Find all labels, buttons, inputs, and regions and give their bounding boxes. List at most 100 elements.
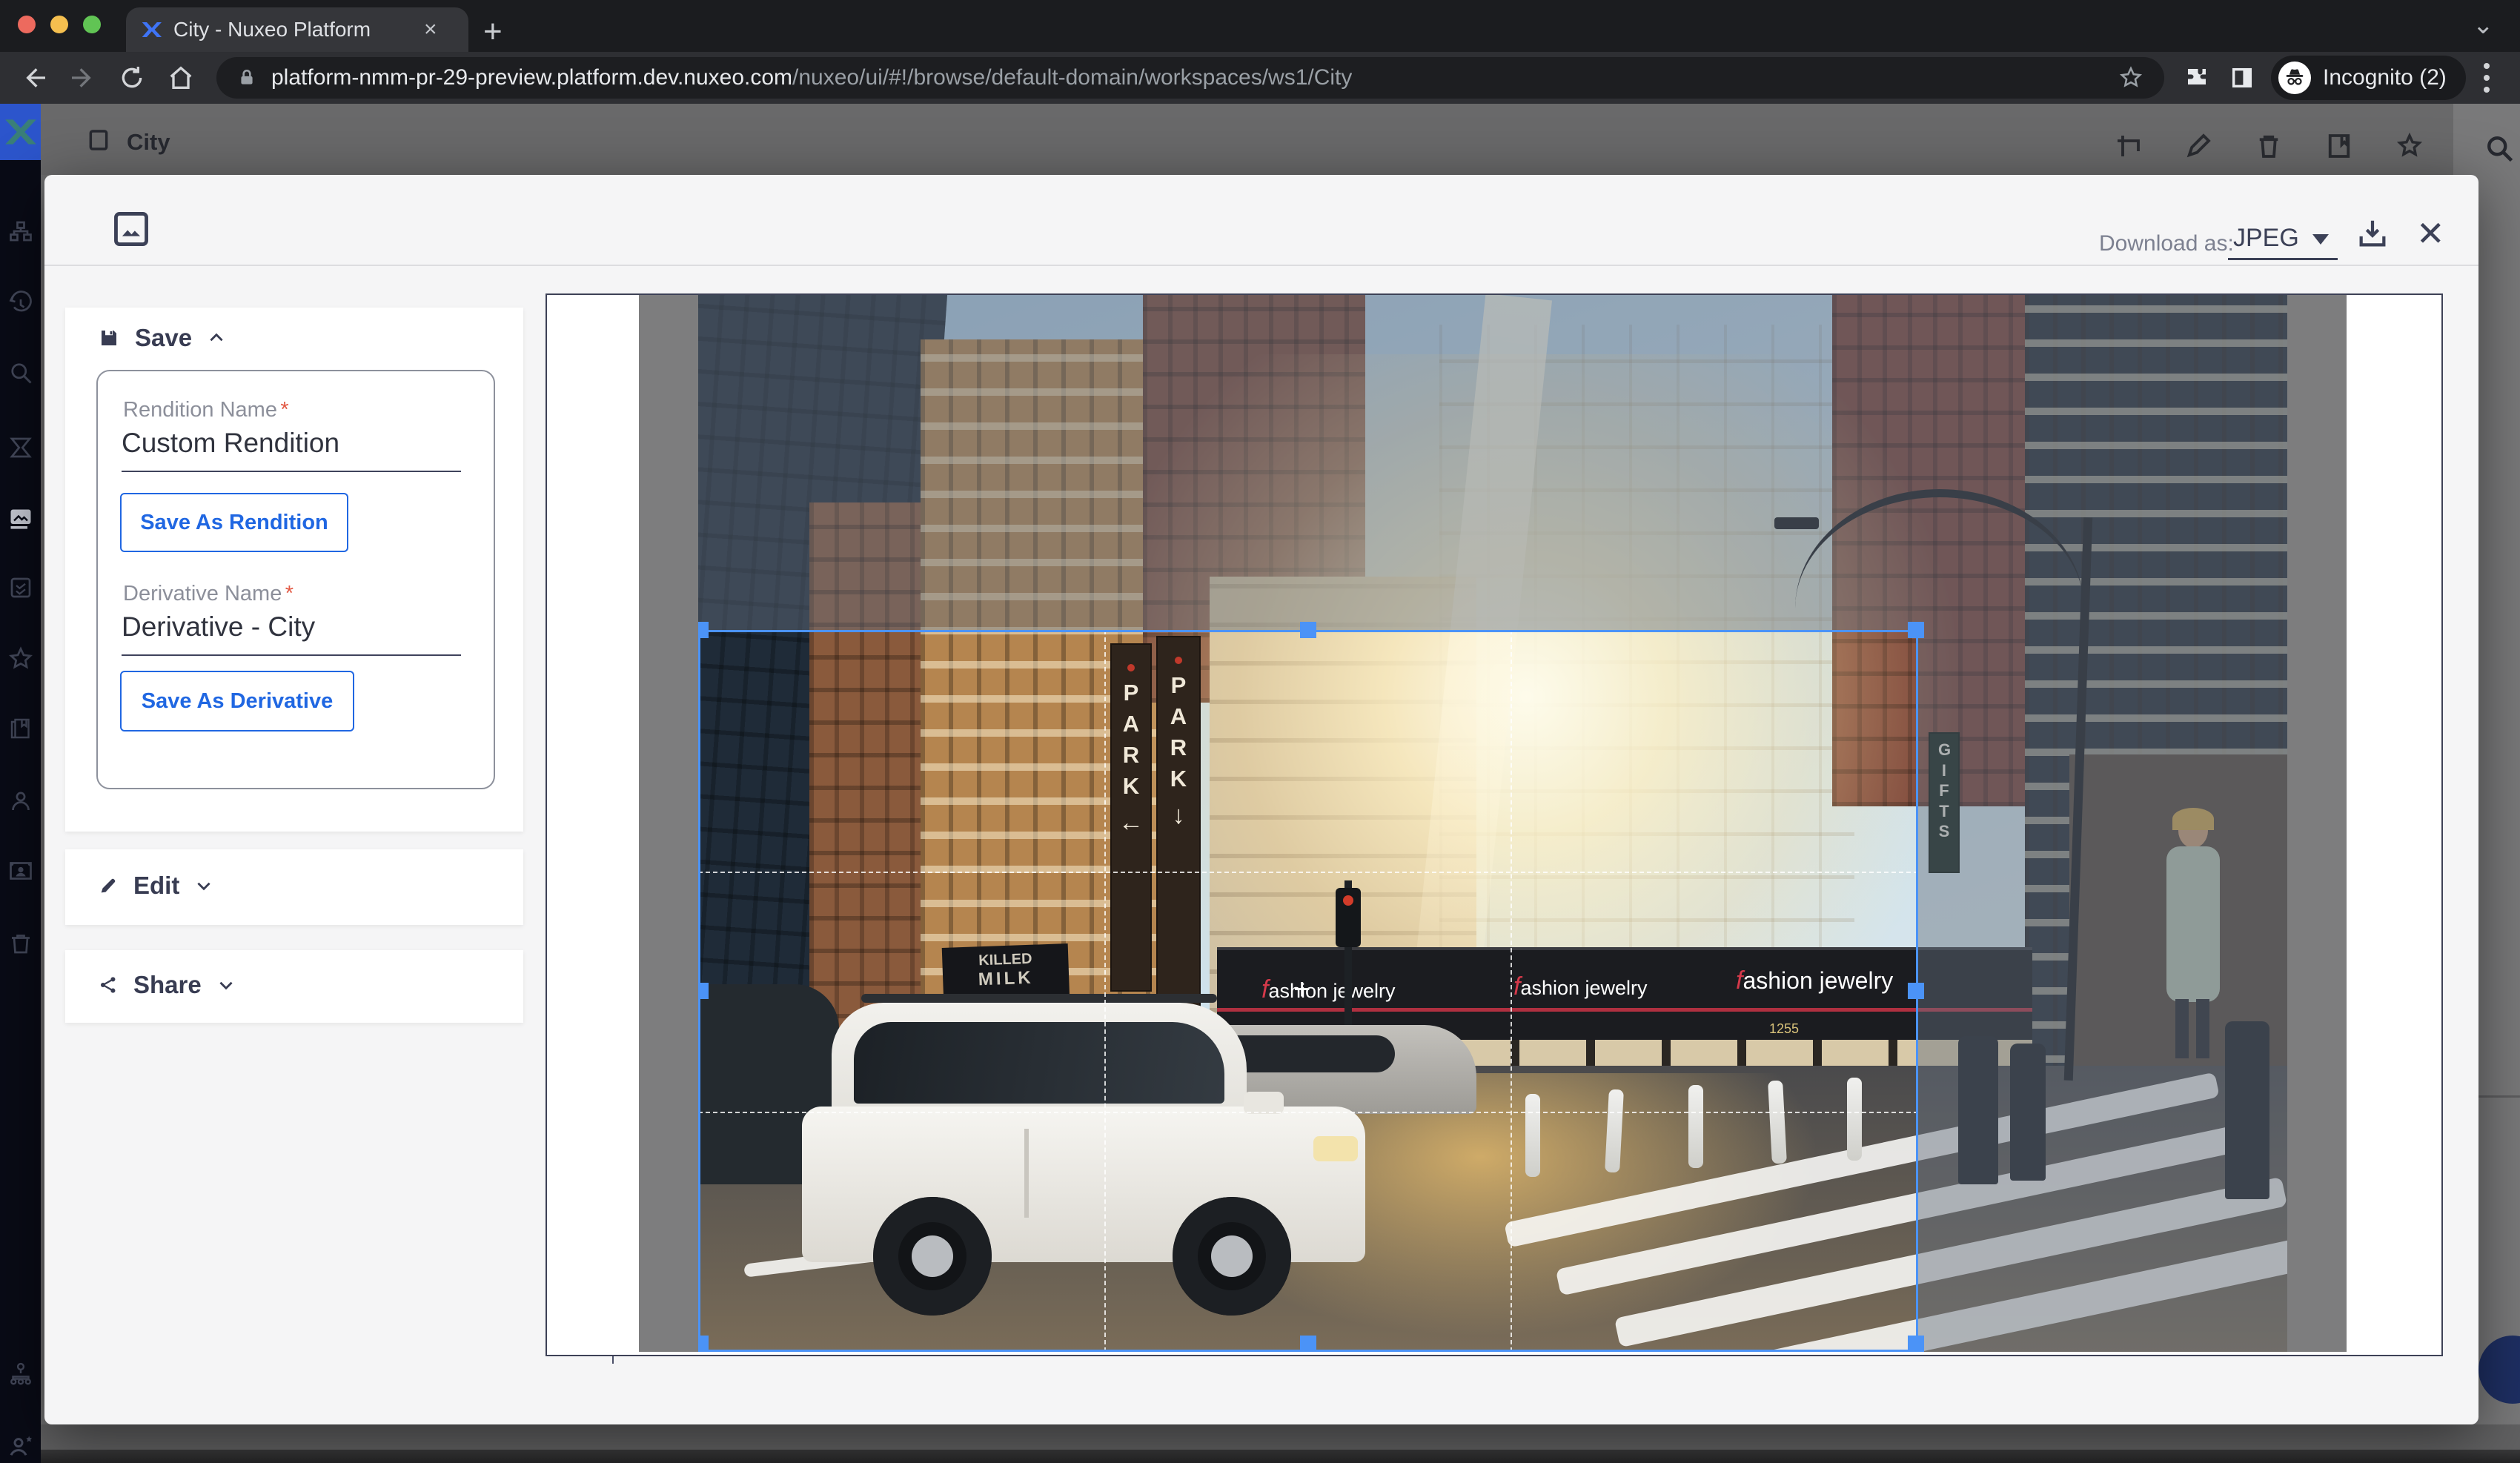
browser-tab[interactable]: City - Nuxeo Platform × [126, 7, 468, 52]
rendition-name-label: Rendition Name * [123, 398, 289, 422]
edit-section-label: Edit [133, 872, 179, 900]
crop-region[interactable] [698, 630, 1918, 1352]
save-as-derivative-button[interactable]: Save As Derivative [120, 671, 354, 732]
save-floppy-icon [98, 327, 120, 349]
share-section-header[interactable]: Share [65, 950, 523, 999]
edit-pencil-icon [98, 875, 119, 896]
edit-section: Edit [65, 849, 523, 925]
save-form-card: Rendition Name * Custom Rendition Save A… [96, 370, 495, 789]
crop-handle-top-center[interactable] [1300, 622, 1316, 638]
incognito-badge[interactable]: Incognito (2) [2271, 56, 2466, 100]
incognito-icon [2278, 62, 2311, 94]
browser-menu-icon[interactable] [2484, 63, 2490, 93]
tab-close-icon[interactable]: × [424, 17, 437, 42]
sidebar-favorites-icon[interactable] [7, 646, 34, 672]
derivative-name-label: Derivative Name * [123, 582, 294, 606]
derivative-name-input[interactable]: Derivative - City [122, 611, 315, 643]
tab-title: City - Nuxeo Platform [173, 18, 418, 42]
download-icon[interactable] [2355, 216, 2390, 251]
format-select-caret-icon[interactable] [2312, 234, 2329, 245]
save-section-label: Save [135, 324, 192, 352]
sidebar-user-settings-icon[interactable] [7, 1430, 37, 1460]
reload-icon[interactable] [117, 63, 147, 93]
share-section: Share [65, 950, 523, 1023]
save-section: Save Rendition Name * Custom Rendition S… [65, 308, 523, 832]
browser-titlebar: City - Nuxeo Platform × + ⌄ [0, 0, 2520, 52]
url-bar[interactable]: platform-nmm-pr-29-preview.platform.dev.… [216, 57, 2164, 99]
book-icon [2324, 130, 2355, 162]
image-viewer-panel: KILLED MILK fashion jewelry fashion jewe… [546, 293, 2443, 1356]
resize-icon [2112, 130, 2143, 162]
window-close-button[interactable] [18, 16, 36, 33]
sidebar-tasks-icon[interactable] [7, 434, 34, 461]
share-icon [98, 975, 119, 995]
search-icon [2483, 132, 2516, 165]
sidebar-review-icon[interactable] [7, 574, 34, 601]
tab-search-chevron-icon[interactable]: ⌄ [2473, 10, 2494, 40]
new-tab-button[interactable]: + [483, 13, 503, 50]
backdrop-breadcrumb-title: City [127, 129, 170, 156]
chevron-up-icon [207, 328, 226, 348]
home-icon[interactable] [166, 63, 196, 93]
chevron-down-icon [194, 876, 213, 895]
nuxeo-logo-icon[interactable] [0, 104, 41, 160]
required-asterisk: * [280, 398, 288, 422]
save-as-rendition-button[interactable]: Save As Rendition [120, 493, 348, 552]
image-editor-dialog: City Download as: JPEG ✕ Save Rendition … [44, 175, 2478, 1424]
chevron-down-icon [216, 975, 236, 995]
format-select-underline [2228, 258, 2338, 260]
close-icon[interactable]: ✕ [2416, 213, 2445, 253]
edit-pencil-icon [2183, 130, 2214, 162]
crop-handle-bottom-left[interactable] [698, 1336, 709, 1352]
star-icon [2394, 130, 2425, 162]
crop-dim-top [698, 295, 2287, 630]
side-panel-icon[interactable] [2229, 65, 2255, 90]
sidebar-search-icon[interactable] [7, 359, 34, 386]
backdrop-footer-strip [41, 1450, 2520, 1463]
extensions-puzzle-icon[interactable] [2184, 64, 2210, 91]
sidebar-administration-icon[interactable] [7, 1360, 34, 1387]
crop-handle-bottom-center[interactable] [1300, 1336, 1316, 1352]
save-section-header[interactable]: Save [65, 308, 523, 352]
edit-section-header[interactable]: Edit [65, 849, 523, 900]
header-divider [44, 265, 2478, 266]
lock-icon [237, 67, 256, 89]
incognito-label: Incognito (2) [2323, 65, 2447, 90]
sidebar-assets-icon[interactable] [7, 504, 34, 531]
required-asterisk: * [285, 582, 294, 606]
document-icon [87, 127, 110, 153]
url-text: platform-nmm-pr-29-preview.platform.dev.… [271, 65, 1352, 90]
crop-handle-top-right[interactable] [1908, 622, 1924, 638]
crop-handle-middle-right[interactable] [1908, 983, 1924, 999]
screen: City - Nuxeo Platform × + ⌄ platform-nmm… [0, 0, 2520, 1463]
crop-dim-right [1918, 630, 2287, 1352]
url-host: platform-nmm-pr-29-preview.platform.dev.… [271, 65, 792, 90]
bookmark-star-icon[interactable] [2118, 65, 2143, 90]
browser-toolbar: platform-nmm-pr-29-preview.platform.dev.… [0, 52, 2520, 104]
forward-icon[interactable] [68, 63, 98, 93]
trash-icon [2253, 130, 2284, 162]
sidebar-id-card-icon[interactable] [7, 857, 34, 884]
crop-handle-middle-left[interactable] [698, 983, 709, 999]
sidebar-trash-icon[interactable] [7, 930, 34, 957]
format-select[interactable]: JPEG [2233, 224, 2299, 253]
crop-handle-bottom-right[interactable] [1908, 1336, 1924, 1352]
window-minimize-button[interactable] [50, 16, 68, 33]
rendition-name-input[interactable]: Custom Rendition [122, 428, 339, 459]
crop-handle-top-left[interactable] [698, 622, 709, 638]
backdrop-seam [2478, 1095, 2520, 1098]
derivative-input-underline [122, 654, 461, 656]
nuxeo-favicon-icon [139, 19, 162, 41]
sidebar-recents-icon[interactable] [7, 291, 34, 317]
window-zoom-button[interactable] [83, 16, 101, 33]
image-icon [110, 208, 153, 251]
url-path: /nuxeo/ui/#!/browse/default-domain/works… [792, 65, 1352, 90]
sidebar-browse-tree-icon[interactable] [7, 218, 34, 245]
sidebar-collections-icon[interactable] [7, 715, 34, 742]
sidebar-people-icon[interactable] [7, 788, 34, 815]
backdrop-document-toolbar: City [41, 104, 2520, 175]
back-icon[interactable] [19, 63, 49, 93]
rendition-input-underline [122, 471, 461, 472]
share-section-label: Share [133, 971, 202, 999]
download-as-label: Download as: [2099, 231, 2234, 256]
